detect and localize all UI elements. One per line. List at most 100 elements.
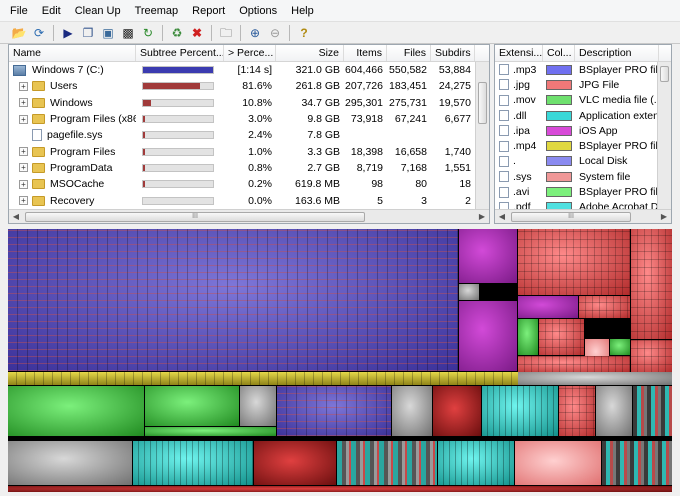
menu-report[interactable]: Report [192, 5, 225, 17]
col-color[interactable]: Col... [543, 45, 575, 61]
col-description[interactable]: Description [575, 45, 659, 61]
extension-list[interactable]: Extensi... Col... Description .mp3 BSpla… [494, 44, 672, 224]
extension-row[interactable]: .jpg JPG File [495, 77, 671, 92]
zoom-in-icon[interactable]: ⊕ [246, 24, 264, 42]
menu-options[interactable]: Options [239, 5, 277, 17]
treemap-block[interactable] [459, 284, 479, 300]
treemap-block[interactable] [459, 301, 517, 371]
treemap-block[interactable] [631, 229, 672, 339]
expand-icon[interactable]: + [19, 114, 28, 124]
menu-treemap[interactable]: Treemap [135, 5, 179, 17]
extension-row[interactable]: .sys System file [495, 169, 671, 184]
treemap-block[interactable] [8, 386, 144, 436]
treemap-block[interactable] [8, 441, 132, 485]
tree-row[interactable]: + Program Files (x86) 3.0% 9.8 GB 73,918 … [9, 111, 489, 127]
expand-icon[interactable]: + [19, 147, 28, 157]
treemap-block[interactable] [459, 229, 517, 283]
treemap-block[interactable] [240, 386, 276, 426]
treemap-block[interactable] [518, 229, 630, 295]
expand-icon[interactable]: + [19, 179, 28, 189]
treemap-block[interactable] [602, 441, 672, 485]
scroll-thumb[interactable] [478, 82, 487, 124]
treemap[interactable] [8, 229, 672, 492]
treemap-block[interactable] [8, 229, 458, 371]
treemap-block[interactable] [254, 441, 336, 485]
col-name[interactable]: Name [9, 45, 136, 61]
treemap-block[interactable] [8, 486, 672, 492]
treemap-block[interactable] [518, 319, 538, 355]
treemap-block[interactable] [337, 441, 437, 485]
ext-horizontal-scrollbar[interactable]: ◀ III ▶ [495, 209, 671, 223]
copy-icon[interactable]: ❐ [79, 24, 97, 42]
tree-row[interactable]: + ProgramData 0.8% 2.7 GB 8,719 7,168 1,5… [9, 160, 489, 176]
scroll-left-icon[interactable]: ◀ [9, 212, 23, 221]
treemap-block[interactable] [515, 441, 601, 485]
col-extension[interactable]: Extensi... [495, 45, 543, 61]
extension-row[interactable]: .mp4 BSplayer PRO file [495, 138, 671, 153]
expand-icon[interactable]: + [19, 81, 28, 91]
tree-row[interactable]: + Windows 10.8% 34.7 GB 295,301 275,731 1… [9, 95, 489, 111]
treemap-block[interactable] [277, 386, 391, 436]
tree-vertical-scrollbar[interactable] [475, 62, 489, 209]
treemap-block[interactable] [438, 441, 514, 485]
delete-icon[interactable]: ✖ [188, 24, 206, 42]
treemap-block[interactable] [482, 386, 558, 436]
help-icon[interactable]: ? [295, 24, 313, 42]
treemap-block[interactable] [633, 386, 672, 436]
treemap-block[interactable] [145, 386, 239, 426]
open-icon[interactable]: 📂 [10, 24, 28, 42]
scroll-thumb[interactable] [660, 66, 669, 82]
expand-icon[interactable]: + [19, 163, 28, 173]
extension-row[interactable]: .mov VLC media file (.m [495, 93, 671, 108]
menu-cleanup[interactable]: Clean Up [75, 5, 121, 17]
zoom-out-icon[interactable]: ⊖ [266, 24, 284, 42]
treemap-block[interactable] [596, 386, 632, 436]
extension-row[interactable]: .dll Application extens [495, 108, 671, 123]
treemap-block[interactable] [559, 386, 595, 436]
extension-row[interactable]: .mp3 BSplayer PRO file [495, 62, 671, 77]
treemap-block[interactable] [518, 296, 578, 318]
tree-row[interactable]: + Users 81.6% 261.8 GB 207,726 183,451 24… [9, 78, 489, 94]
treemap-block[interactable] [518, 356, 630, 372]
tree-row[interactable]: + Recovery 0.0% 163.6 MB 5 3 2 [9, 192, 489, 208]
treemap-block[interactable] [133, 441, 253, 485]
refresh-selected-icon[interactable]: ↻ [139, 24, 157, 42]
treemap-block[interactable] [433, 386, 481, 436]
col-size[interactable]: Size [276, 45, 344, 61]
tree-horizontal-scrollbar[interactable]: ◀ III ▶ [9, 209, 489, 223]
treemap-block[interactable] [145, 427, 276, 436]
extension-row[interactable]: . Local Disk [495, 154, 671, 169]
treemap-block[interactable] [539, 319, 584, 355]
directory-tree[interactable]: Name Subtree Percent... > Perce... Size … [8, 44, 490, 224]
expand-icon[interactable]: + [19, 196, 28, 206]
select-icon[interactable]: ▶ [59, 24, 77, 42]
explore-icon[interactable]: ▣ [99, 24, 117, 42]
scroll-left-icon[interactable]: ◀ [495, 212, 509, 221]
menu-file[interactable]: File [10, 5, 28, 17]
treemap-block[interactable] [631, 340, 672, 372]
treemap-block[interactable] [610, 339, 630, 355]
scroll-right-icon[interactable]: ▶ [657, 212, 671, 221]
treemap-block[interactable] [579, 296, 630, 318]
tree-row[interactable]: + Program Files 1.0% 3.3 GB 18,398 16,658… [9, 143, 489, 159]
col-subtree-percent[interactable]: Subtree Percent... [136, 45, 224, 61]
expand-icon[interactable]: + [19, 98, 28, 108]
refresh-icon[interactable]: ⟳ [30, 24, 48, 42]
treemap-block[interactable] [8, 372, 518, 385]
tree-row[interactable]: Windows 7 (C:) [1:14 s] 321.0 GB 604,466… [9, 62, 489, 78]
extension-row[interactable]: .avi BSplayer PRO file [495, 184, 671, 199]
menu-edit[interactable]: Edit [42, 5, 61, 17]
col-files[interactable]: Files [387, 45, 431, 61]
treemap-block[interactable] [392, 386, 432, 436]
scroll-right-icon[interactable]: ▶ [475, 212, 489, 221]
extension-row[interactable]: .ipa iOS App [495, 123, 671, 138]
tree-row[interactable]: + MSOCache 0.2% 619.8 MB 98 80 18 [9, 176, 489, 192]
ext-vertical-scrollbar[interactable] [657, 62, 671, 209]
treemap-block[interactable] [518, 372, 672, 385]
tree-row[interactable]: pagefile.sys 2.4% 7.8 GB [9, 127, 489, 143]
scroll-thumb[interactable]: III [511, 211, 631, 222]
col-percent[interactable]: > Perce... [224, 45, 276, 61]
col-items[interactable]: Items [344, 45, 387, 61]
cleanup-icon[interactable]: ♻ [168, 24, 186, 42]
menu-help[interactable]: Help [291, 5, 314, 17]
